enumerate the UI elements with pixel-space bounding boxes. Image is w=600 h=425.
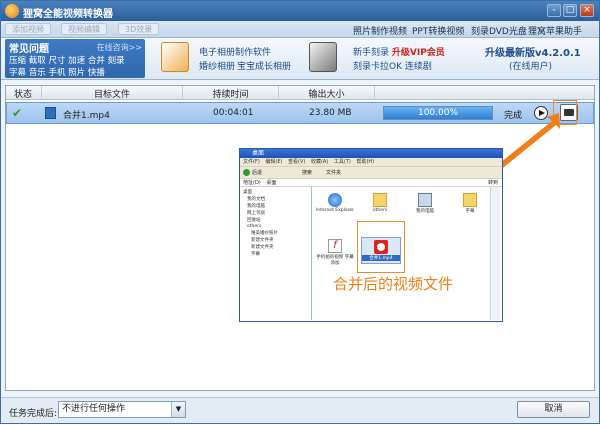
- item-label: 字幕: [465, 209, 475, 214]
- explorer-menu-item[interactable]: 收藏(A): [311, 159, 328, 165]
- go-button[interactable]: 转到: [488, 179, 498, 187]
- callout-text: 合并后的视频文件: [333, 275, 454, 293]
- explorer-toolbar: 后退 搜索 文件夹: [240, 166, 502, 178]
- explorer-menu-item[interactable]: 文件(F): [243, 159, 260, 165]
- back-label[interactable]: 后退: [252, 169, 262, 176]
- address-value[interactable]: 桌面: [266, 180, 276, 186]
- tree-item[interactable]: 我的电脑: [240, 202, 311, 209]
- explorer-item[interactable]: 我的电脑: [405, 193, 445, 214]
- cancel-button[interactable]: 取消: [517, 401, 590, 418]
- search-label[interactable]: 搜索: [302, 169, 312, 176]
- address-bar: 地址(D) 桌面 转到: [240, 178, 502, 187]
- tree-item[interactable]: 字幕: [240, 250, 311, 257]
- flash-icon: f: [328, 239, 342, 253]
- file-highlight-box: [357, 221, 405, 273]
- folder-icon: [373, 193, 387, 207]
- explorer-item[interactable]: others: [360, 193, 400, 213]
- tree-item[interactable]: 桌面: [240, 187, 311, 195]
- explorer-menu-item[interactable]: 查看(V): [288, 159, 305, 165]
- back-arrow-icon[interactable]: [243, 169, 250, 176]
- explorer-title-bar: 桌面: [240, 149, 502, 158]
- item-label: Internet Explorer: [315, 208, 355, 213]
- computer-icon: [418, 193, 432, 207]
- status-bar: 任务完成后: 不进行任何操作 ▼ 取消: [1, 397, 599, 423]
- item-label: 手机拍的视频 字幕添加: [316, 255, 354, 266]
- item-label: others: [372, 208, 388, 213]
- tree-item[interactable]: 回收站: [240, 216, 311, 223]
- after-task-label: 任务完成后:: [9, 409, 58, 419]
- item-label: 我的电脑: [416, 209, 434, 214]
- ie-icon: [328, 193, 342, 207]
- explorer-menu-item[interactable]: 编辑(E): [265, 159, 282, 165]
- explorer-menu-item[interactable]: 工具(T): [334, 159, 351, 165]
- after-task-select[interactable]: 不进行任何操作 ▼: [58, 401, 186, 418]
- chevron-down-icon[interactable]: ▼: [171, 402, 185, 417]
- tree-item[interactable]: 新建文件夹: [240, 236, 311, 243]
- folders-label[interactable]: 文件夹: [326, 169, 341, 176]
- explorer-scrollbar[interactable]: [490, 187, 500, 320]
- folder-icon: [463, 193, 477, 207]
- explorer-menu: 文件(F) 编辑(E) 查看(V) 收藏(A) 工具(T) 帮助(H): [240, 158, 502, 166]
- tree-item[interactable]: 我的文档: [240, 195, 311, 202]
- after-task-value: 不进行任何操作: [62, 404, 126, 414]
- explorer-item[interactable]: Internet Explorer: [315, 193, 355, 213]
- tree-item[interactable]: 网上邻居: [240, 209, 311, 216]
- tree-item[interactable]: 新建文件夹: [240, 243, 311, 250]
- explorer-item[interactable]: f 手机拍的视频 字幕添加: [315, 239, 355, 266]
- explorer-item[interactable]: 字幕: [450, 193, 490, 214]
- tree-item[interactable]: 唯美婚纱照片: [240, 229, 311, 236]
- folder-tree: 桌面 我的文档 我的电脑 网上邻居 回收站 others 唯美婚纱照片 新建文件…: [240, 187, 312, 320]
- main-window: 狸窝全能视频转换器 - □ × 添加视频 视频编辑 3D效果 照片制作视频 PP…: [0, 0, 600, 424]
- explorer-menu-item[interactable]: 帮助(H): [356, 159, 374, 165]
- explorer-title: 桌面: [252, 150, 265, 157]
- address-label: 地址(D): [243, 180, 261, 186]
